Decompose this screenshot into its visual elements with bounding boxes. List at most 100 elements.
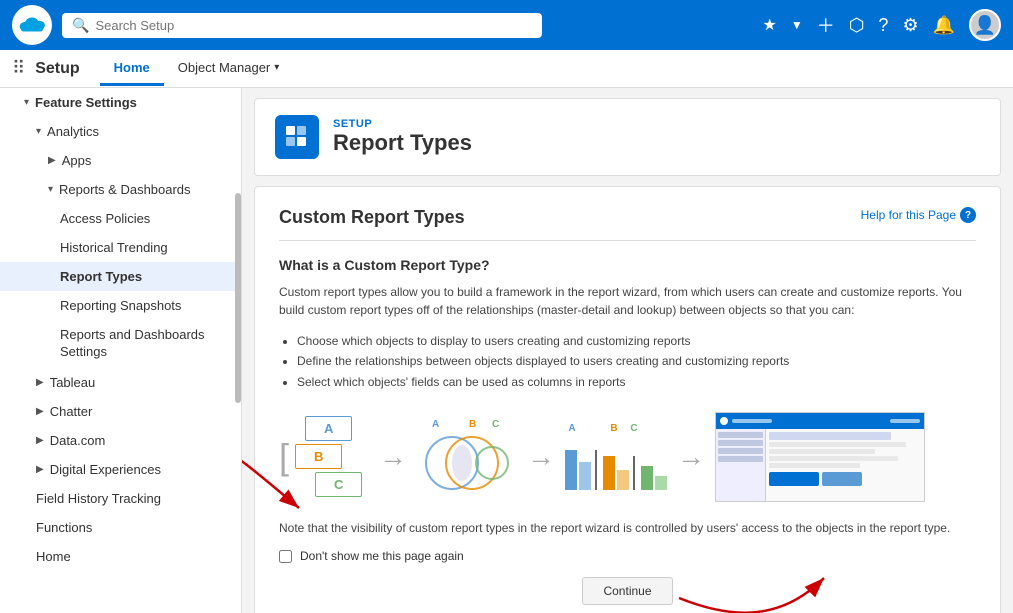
screenshot-thumbnail <box>715 412 925 502</box>
sidebar-item-label: Chatter <box>50 404 93 419</box>
note-text: Note that the visibility of custom repor… <box>279 519 976 537</box>
checkbox-row: Don't show me this page again <box>279 549 976 563</box>
tab-object-manager[interactable]: Object Manager ▾ <box>164 52 294 86</box>
columns-diagram: A B C <box>565 423 667 490</box>
sidebar-item-label: Functions <box>36 520 92 535</box>
help-text: Help for this Page <box>861 208 956 222</box>
sidebar-item-apps[interactable]: ▶ Apps <box>0 146 241 175</box>
search-bar[interactable]: 🔍 <box>62 13 542 38</box>
section-title: Custom Report Types <box>279 207 465 228</box>
sidebar-item-label: Tableau <box>50 375 96 390</box>
search-input[interactable] <box>95 18 532 33</box>
sidebar-item-label: Reporting Snapshots <box>60 298 181 313</box>
avatar[interactable]: 👤 <box>969 9 1001 41</box>
sidebar-item-reporting-snapshots[interactable]: Reporting Snapshots <box>0 291 241 320</box>
chevron-down-icon: ▾ <box>36 126 41 137</box>
subsection-title: What is a Custom Report Type? <box>279 257 976 273</box>
setup-title: Setup <box>35 60 79 78</box>
chevron-down-icon: ▾ <box>48 184 53 195</box>
sidebar-item-label: Field History Tracking <box>36 491 161 506</box>
bracket-icon: [ <box>279 439 289 475</box>
page-title: Report Types <box>333 130 472 156</box>
sidebar-item-access-policies[interactable]: Access Policies <box>0 204 241 233</box>
sidebar-item-field-history-tracking[interactable]: Field History Tracking <box>0 484 241 513</box>
notifications-icon[interactable]: 🔔 <box>933 15 955 36</box>
content-area: SETUP Report Types Custom Report Types H… <box>242 88 1013 613</box>
continue-button[interactable]: Continue <box>582 577 672 605</box>
sidebar-item-label: Historical Trending <box>60 240 168 255</box>
sidebar-item-reports-dashboards[interactable]: ▾ Reports & Dashboards <box>0 175 241 204</box>
sidebar-item-label: Reports & Dashboards <box>59 182 191 197</box>
add-icon[interactable]: ＋ <box>817 12 835 38</box>
sidebar-item-chatter[interactable]: ▶ Chatter <box>0 397 241 426</box>
box-c: C <box>315 472 362 497</box>
help-icon[interactable]: ? <box>878 15 888 36</box>
sidebar-item-home[interactable]: Home <box>0 542 241 571</box>
arrow-right-icon: → <box>379 441 407 473</box>
sidebar-item-reports-dashboards-settings[interactable]: Reports and Dashboards Settings <box>0 320 241 368</box>
main-layout: ▾ Feature Settings ▾ Analytics ▶ Apps ▾ … <box>0 88 1013 613</box>
salesforce-logo[interactable] <box>12 5 52 45</box>
bullet-list: Choose which objects to display to users… <box>279 331 976 392</box>
sidebar-item-feature-settings[interactable]: ▾ Feature Settings <box>0 88 241 117</box>
sidebar-item-label: Apps <box>62 153 92 168</box>
sidebar-item-label: Home <box>36 549 71 564</box>
report-types-icon-box <box>275 115 319 159</box>
sidebar-item-data-com[interactable]: ▶ Data.com <box>0 426 241 455</box>
help-link[interactable]: Help for this Page ? <box>861 207 976 223</box>
chevron-right-icon: ▶ <box>48 155 56 166</box>
sidebar-item-label: Data.com <box>50 433 106 448</box>
chevron-right-icon: ▶ <box>36 377 44 388</box>
sidebar: ▾ Feature Settings ▾ Analytics ▶ Apps ▾ … <box>0 88 242 613</box>
setup-label: SETUP <box>333 118 472 130</box>
svg-text:B: B <box>469 419 476 430</box>
settings-icon[interactable]: ⚙ <box>902 15 918 36</box>
page-header: SETUP Report Types <box>254 98 1001 176</box>
sidebar-item-label: Access Policies <box>60 211 150 226</box>
star-icon[interactable]: ★ <box>762 15 776 35</box>
top-navigation-bar: 🔍 ★ ▼ ＋ ⬡ ? ⚙ 🔔 👤 <box>0 0 1013 50</box>
diagrams-row: [ A B C → A B C <box>279 408 976 505</box>
sidebar-item-label: Analytics <box>47 124 99 139</box>
continue-button-row: Continue <box>279 577 976 605</box>
box-b: B <box>295 444 342 469</box>
search-icon: 🔍 <box>72 17 89 34</box>
sidebar-item-digital-experiences[interactable]: ▶ Digital Experiences <box>0 455 241 484</box>
arrow-right-icon-3: → <box>677 441 705 473</box>
top-icons: ★ ▼ ＋ ⬡ ? ⚙ 🔔 👤 <box>762 9 1001 41</box>
sidebar-item-historical-trending[interactable]: Historical Trending <box>0 233 241 262</box>
sidebar-item-report-types[interactable]: Report Types <box>0 262 241 291</box>
boxes-diagram: A B C <box>291 412 366 501</box>
help-circle-icon: ? <box>960 207 976 223</box>
sidebar-item-tableau[interactable]: ▶ Tableau <box>0 368 241 397</box>
section-title-row: Custom Report Types Help for this Page ? <box>279 207 976 241</box>
sidebar-item-label: Feature Settings <box>35 95 137 110</box>
dont-show-label[interactable]: Don't show me this page again <box>300 549 464 563</box>
sidebar-item-label: Digital Experiences <box>50 462 161 477</box>
sidebar-item-functions[interactable]: Functions <box>0 513 241 542</box>
sidebar-item-label: Report Types <box>60 269 142 284</box>
grid-icon[interactable]: ⠿ <box>12 58 25 79</box>
venn-diagram: A B C <box>417 415 517 498</box>
box-a: A <box>305 416 352 441</box>
dropdown-icon[interactable]: ▼ <box>791 18 803 32</box>
diagram-area: [ A B C → A B C <box>279 408 976 505</box>
tab-home[interactable]: Home <box>100 52 164 86</box>
chevron-right-icon: ▶ <box>36 435 44 446</box>
list-item: Choose which objects to display to users… <box>297 331 976 351</box>
svg-text:A: A <box>432 419 439 430</box>
arrow-right-icon-2: → <box>527 441 555 473</box>
second-navigation-bar: ⠿ Setup Home Object Manager ▾ <box>0 50 1013 88</box>
sidebar-item-analytics[interactable]: ▾ Analytics <box>0 117 241 146</box>
chevron-down-icon: ▾ <box>24 97 29 108</box>
salesforce-icon[interactable]: ⬡ <box>849 15 865 36</box>
dont-show-checkbox[interactable] <box>279 550 292 563</box>
header-text: SETUP Report Types <box>333 118 472 156</box>
description-text: Custom report types allow you to build a… <box>279 283 976 319</box>
chevron-right-icon: ▶ <box>36 464 44 475</box>
list-item: Select which objects' fields can be used… <box>297 372 976 392</box>
svg-text:C: C <box>492 419 499 430</box>
main-content-card: Custom Report Types Help for this Page ?… <box>254 186 1001 613</box>
sidebar-item-label: Reports and Dashboards Settings <box>60 327 229 361</box>
chevron-right-icon: ▶ <box>36 406 44 417</box>
